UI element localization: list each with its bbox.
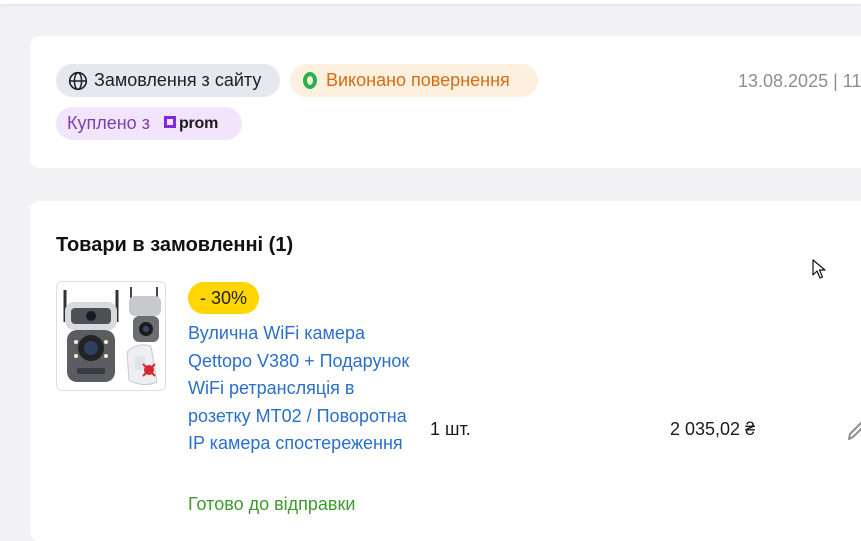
product-thumbnail[interactable] [56, 281, 166, 391]
product-status: Готово до відправки [188, 494, 356, 514]
order-status-badge: Виконано повернення [290, 64, 538, 97]
bought-from-label: Куплено з [67, 113, 150, 133]
prom-logo: prom [163, 114, 219, 133]
order-status-label: Виконано повернення [326, 70, 510, 90]
product-name-link[interactable]: Вулична WiFi камера Qettopo V380 + Подар… [188, 320, 410, 458]
top-bar [0, 0, 861, 4]
prom-logo-mark-icon [163, 116, 176, 128]
mouse-pointer-icon [812, 259, 826, 279]
order-date: 13.08.2025 | 11 [738, 71, 861, 91]
product-price: 2 035,02 ₴ [670, 419, 756, 439]
items-section-title: Товари в замовленні (1) [56, 234, 294, 256]
status-ring-icon [303, 72, 317, 89]
pencil-icon[interactable] [846, 417, 861, 443]
order-header-card: Замовлення з сайту Виконано повернення К… [30, 36, 861, 168]
product-quantity: 1 шт. [430, 419, 471, 439]
order-source-label: Замовлення з сайту [94, 70, 262, 90]
discount-badge: - 30% [188, 282, 259, 314]
security-camera-image [63, 287, 161, 386]
prom-logo-text: prom [178, 114, 219, 132]
order-items-card: Товари в замовленні (1) - 30% Вулична Wi… [30, 201, 861, 541]
marketplace-badge: Куплено з prom [56, 107, 242, 140]
order-source-badge: Замовлення з сайту [56, 64, 280, 97]
globe-icon [68, 71, 88, 90]
